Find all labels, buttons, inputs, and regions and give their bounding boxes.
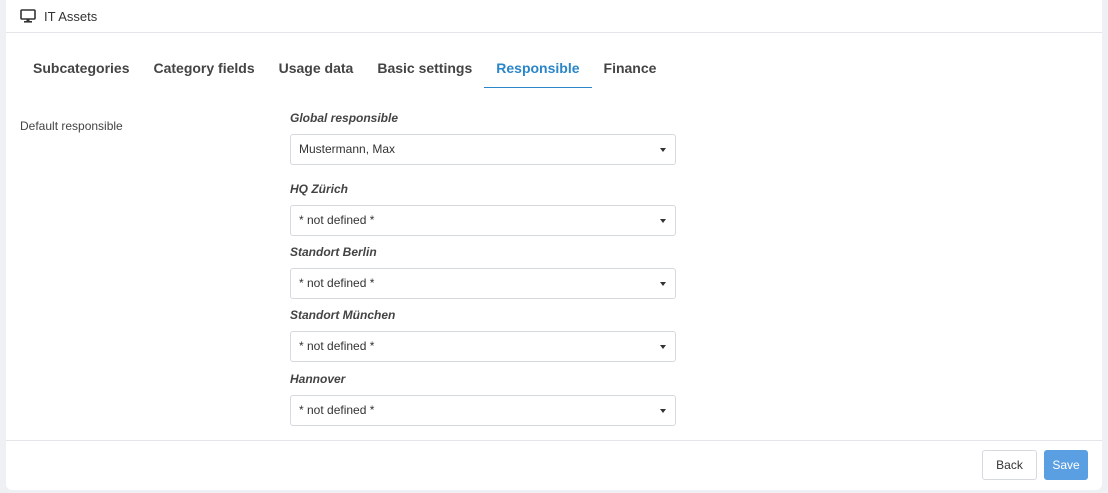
- caret-down-icon: [660, 345, 666, 349]
- field-global-responsible: Global responsible Mustermann, Max: [290, 110, 676, 165]
- select-value: * not defined *: [299, 403, 375, 417]
- caret-down-icon: [660, 409, 666, 413]
- section-label-default-responsible: Default responsible: [20, 119, 123, 133]
- select-value: * not defined *: [299, 213, 375, 227]
- panel-header: IT Assets: [6, 0, 1102, 33]
- tab-usage-data[interactable]: Usage data: [267, 50, 366, 88]
- form-footer: Back Save: [6, 440, 1102, 491]
- save-button[interactable]: Save: [1044, 450, 1088, 480]
- back-button[interactable]: Back: [982, 450, 1037, 480]
- tab-finance[interactable]: Finance: [592, 50, 669, 88]
- select-value: * not defined *: [299, 276, 375, 290]
- caret-down-icon: [660, 282, 666, 286]
- field-label: Hannover: [290, 372, 346, 386]
- standort-muenchen-select[interactable]: * not defined *: [290, 331, 676, 362]
- tab-subcategories[interactable]: Subcategories: [21, 50, 141, 88]
- field-label: Standort Berlin: [290, 245, 377, 259]
- field-hq-zurich: HQ Zürich * not defined *: [290, 181, 676, 236]
- hq-zurich-select[interactable]: * not defined *: [290, 205, 676, 236]
- field-standort-muenchen: Standort München * not defined *: [290, 307, 676, 362]
- caret-down-icon: [660, 219, 666, 223]
- asset-category-panel: IT Assets Subcategories Category fields …: [6, 0, 1102, 490]
- global-responsible-select[interactable]: Mustermann, Max: [290, 134, 676, 165]
- hannover-select[interactable]: * not defined *: [290, 395, 676, 426]
- field-label: Global responsible: [290, 111, 399, 125]
- select-value: Mustermann, Max: [299, 142, 396, 156]
- select-value: * not defined *: [299, 339, 375, 353]
- tab-basic-settings[interactable]: Basic settings: [365, 50, 484, 88]
- tab-category-fields[interactable]: Category fields: [141, 50, 266, 88]
- standort-berlin-select[interactable]: * not defined *: [290, 268, 676, 299]
- field-standort-berlin: Standort Berlin * not defined *: [290, 244, 676, 299]
- tab-bar: Subcategories Category fields Usage data…: [21, 50, 668, 89]
- field-hannover: Hannover * not defined *: [290, 371, 676, 426]
- tab-responsible[interactable]: Responsible: [484, 50, 592, 88]
- panel-title: IT Assets: [44, 8, 98, 24]
- field-label: HQ Zürich: [290, 182, 349, 196]
- field-label: Standort München: [290, 308, 396, 322]
- caret-down-icon: [660, 148, 666, 152]
- monitor-icon: [20, 9, 36, 23]
